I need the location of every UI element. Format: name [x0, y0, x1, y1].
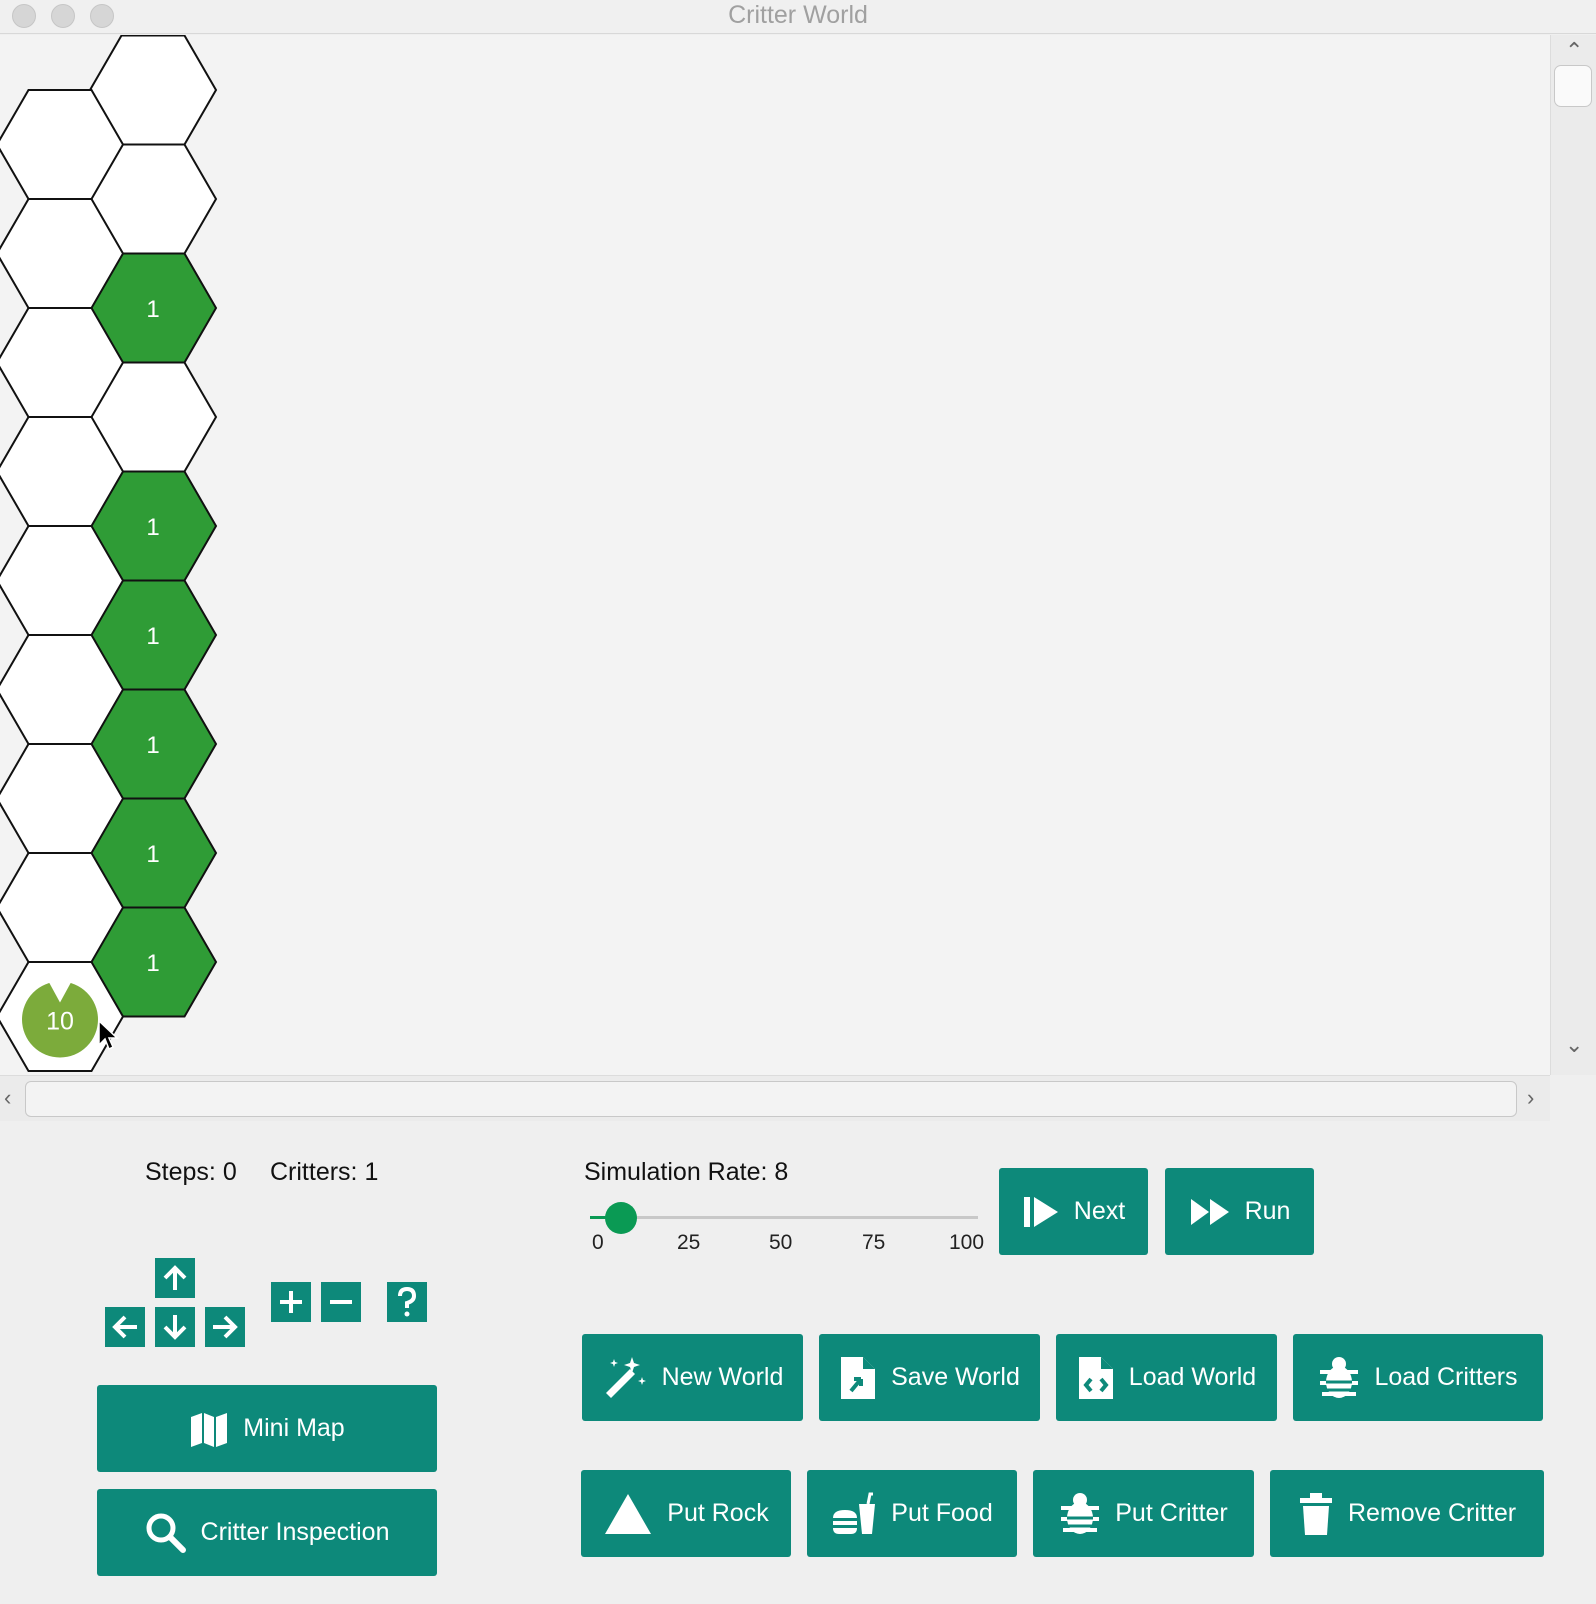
slider-tick-50: 50	[769, 1231, 793, 1254]
next-button-label: Next	[1073, 1197, 1126, 1225]
critter-id-label: 10	[46, 1008, 74, 1036]
put-critter-button[interactable]: Put Critter	[1033, 1470, 1254, 1557]
minus-icon	[330, 1300, 352, 1304]
bug-icon	[1061, 1492, 1100, 1534]
fast-food-icon	[833, 1492, 876, 1534]
pan-up-button[interactable]	[155, 1258, 195, 1298]
hex-grid[interactable]: 1 1 1 1 1 1 10	[0, 35, 1550, 1075]
fast-forward-icon	[1190, 1198, 1229, 1225]
food-amount-label: 1	[146, 732, 159, 759]
put-food-button[interactable]: Put Food	[807, 1470, 1017, 1557]
critter-inspection-label: Critter Inspection	[200, 1518, 390, 1546]
magic-wand-icon	[605, 1356, 646, 1398]
scroll-up-icon[interactable]: ⌃	[1565, 40, 1583, 62]
search-icon	[146, 1513, 186, 1553]
mini-map-label: Mini Map	[243, 1414, 345, 1442]
remove-critter-label: Remove Critter	[1347, 1499, 1517, 1527]
slider-tick-100: 100	[949, 1231, 985, 1254]
slider-tick-25: 25	[677, 1231, 701, 1254]
load-world-button[interactable]: Load World	[1056, 1334, 1277, 1421]
simulation-rate-slider[interactable]	[590, 1216, 978, 1219]
rock-triangle-icon	[605, 1493, 652, 1534]
file-save-icon	[841, 1356, 876, 1399]
save-world-label: Save World	[891, 1363, 1020, 1391]
arrow-down-icon	[163, 1315, 187, 1340]
world-view[interactable]: 1 1 1 1 1 1 10	[0, 35, 1550, 1075]
bug-icon	[1320, 1356, 1359, 1398]
put-food-label: Put Food	[891, 1499, 993, 1527]
map-icon	[191, 1412, 228, 1447]
arrow-left-icon	[112, 1315, 137, 1339]
mini-map-button[interactable]: Mini Map	[97, 1385, 437, 1472]
file-code-icon	[1078, 1356, 1113, 1399]
load-world-label: Load World	[1128, 1363, 1257, 1391]
plus-icon	[280, 1291, 302, 1313]
app-window: Critter World 1 1 1 1 1 1 10 ⌃ ⌄ ‹ › Steps: 0 …	[0, 0, 1596, 1604]
scroll-right-icon[interactable]: ›	[1527, 1087, 1534, 1109]
critter-inspection-button[interactable]: Critter Inspection	[97, 1489, 437, 1576]
put-critter-label: Put Critter	[1115, 1499, 1228, 1527]
zoom-in-button[interactable]	[271, 1282, 311, 1322]
help-button[interactable]	[387, 1282, 427, 1322]
title-bar: Critter World	[0, 0, 1596, 34]
zoom-out-button[interactable]	[321, 1282, 361, 1322]
load-critters-button[interactable]: Load Critters	[1293, 1334, 1543, 1421]
new-world-button[interactable]: New World	[582, 1334, 803, 1421]
new-world-label: New World	[661, 1363, 784, 1391]
slider-tick-0: 0	[592, 1231, 604, 1254]
mouse-cursor-icon	[98, 1019, 119, 1051]
slider-tick-75: 75	[862, 1231, 886, 1254]
question-mark-icon	[398, 1286, 417, 1317]
trash-icon	[1299, 1492, 1332, 1535]
remove-critter-button[interactable]: Remove Critter	[1270, 1470, 1544, 1557]
critters-count-label: Critters: 1	[270, 1158, 379, 1186]
food-amount-label: 1	[146, 950, 159, 977]
step-forward-icon	[1023, 1196, 1058, 1227]
put-rock-label: Put Rock	[667, 1499, 769, 1527]
horizontal-scroll-thumb[interactable]	[25, 1081, 1517, 1117]
next-button[interactable]: Next	[999, 1168, 1148, 1255]
scroll-down-icon[interactable]: ⌄	[1565, 1034, 1583, 1056]
horizontal-scrollbar[interactable]: ‹ ›	[0, 1075, 1550, 1121]
window-title: Critter World	[728, 1, 868, 29]
food-amount-label: 1	[146, 623, 159, 650]
pan-right-button[interactable]	[205, 1307, 245, 1347]
vertical-scrollbar[interactable]: ⌃ ⌄	[1550, 35, 1596, 1075]
simulation-rate-label: Simulation Rate: 8	[584, 1158, 789, 1186]
steps-label: Steps: 0	[145, 1158, 237, 1186]
run-button[interactable]: Run	[1165, 1168, 1314, 1255]
pan-left-button[interactable]	[105, 1307, 145, 1347]
food-amount-label: 1	[146, 841, 159, 868]
pan-down-button[interactable]	[155, 1307, 195, 1347]
load-critters-label: Load Critters	[1374, 1363, 1518, 1391]
slider-thumb[interactable]	[605, 1202, 638, 1234]
run-button-label: Run	[1244, 1197, 1291, 1225]
arrow-right-icon	[213, 1315, 238, 1339]
vertical-scroll-thumb[interactable]	[1554, 65, 1592, 107]
scroll-left-icon[interactable]: ‹	[4, 1087, 11, 1109]
arrow-up-icon	[163, 1265, 187, 1290]
food-amount-label: 1	[146, 296, 159, 323]
put-rock-button[interactable]: Put Rock	[581, 1470, 791, 1557]
save-world-button[interactable]: Save World	[819, 1334, 1040, 1421]
food-amount-label: 1	[146, 514, 159, 541]
